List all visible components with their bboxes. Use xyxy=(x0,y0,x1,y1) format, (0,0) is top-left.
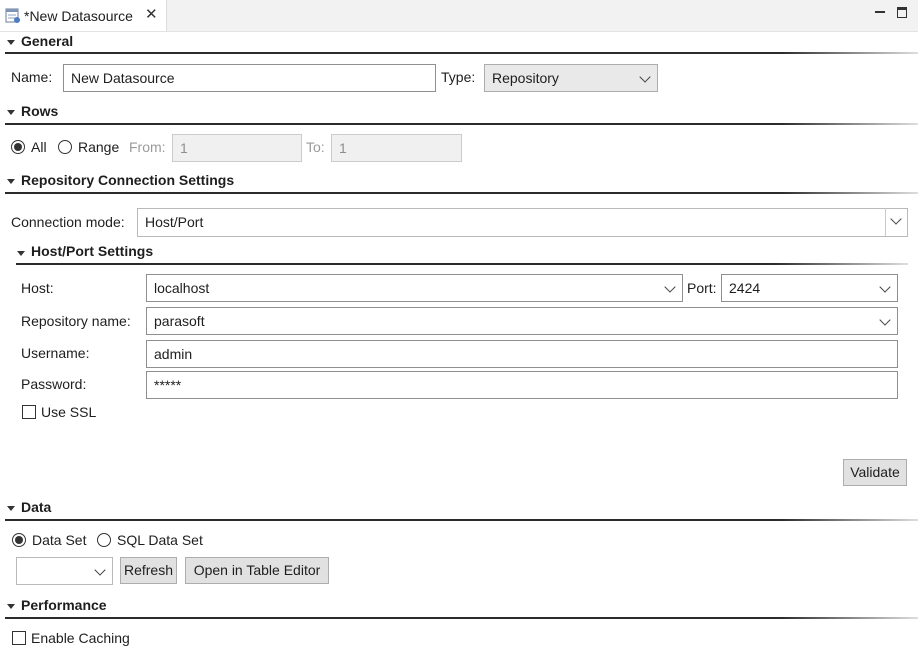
connection-mode-label: Connection mode: xyxy=(11,214,125,230)
type-select-value: Repository xyxy=(492,70,559,86)
username-label: Username: xyxy=(21,345,90,361)
chevron-down-icon xyxy=(664,281,676,293)
chevron-down-icon xyxy=(639,71,651,83)
chevron-down-icon xyxy=(94,564,106,576)
section-divider xyxy=(5,617,918,619)
host-combo[interactable]: localhost xyxy=(146,274,683,302)
from-label: From: xyxy=(129,139,166,155)
section-title: Performance xyxy=(21,597,107,613)
port-label: Port: xyxy=(687,280,717,296)
collapse-arrow-icon xyxy=(17,251,25,256)
section-divider xyxy=(5,519,918,521)
collapse-arrow-icon xyxy=(7,110,15,115)
section-divider xyxy=(5,52,918,54)
name-input[interactable]: New Datasource xyxy=(63,64,436,92)
minimize-icon[interactable] xyxy=(875,8,885,13)
repository-name-combo[interactable]: parasoft xyxy=(146,307,898,335)
use-ssl-label: Use SSL xyxy=(41,404,97,420)
to-label: To: xyxy=(306,139,325,155)
connection-mode-value: Host/Port xyxy=(145,214,204,230)
section-divider xyxy=(16,263,908,265)
section-title: General xyxy=(21,33,74,49)
rows-range-label: Range xyxy=(78,139,120,155)
host-label: Host: xyxy=(21,280,54,296)
rows-all-label: All xyxy=(31,139,47,155)
validate-button[interactable]: Validate xyxy=(843,459,907,486)
rows-all-radio[interactable] xyxy=(11,140,25,154)
tab-title: *New Datasource xyxy=(24,8,133,24)
repository-name-value: parasoft xyxy=(154,313,205,329)
collapse-arrow-icon xyxy=(7,40,15,45)
section-divider xyxy=(5,123,918,125)
chevron-down-icon xyxy=(885,208,907,236)
rows-range-radio[interactable] xyxy=(58,140,72,154)
sql-data-set-radio[interactable] xyxy=(97,533,111,547)
password-input[interactable]: ***** xyxy=(146,371,898,399)
data-set-radio[interactable] xyxy=(12,533,26,547)
host-value: localhost xyxy=(154,280,210,296)
collapse-arrow-icon xyxy=(7,506,15,511)
port-value: 2424 xyxy=(729,280,761,296)
sql-data-set-label: SQL Data Set xyxy=(117,532,203,548)
enable-caching-label: Enable Caching xyxy=(31,630,130,646)
editor-tab[interactable]: *New Datasource ✕ xyxy=(0,0,167,31)
password-label: Password: xyxy=(21,376,87,392)
username-input[interactable]: admin xyxy=(146,340,898,368)
maximize-icon[interactable] xyxy=(897,7,907,18)
data-set-select[interactable] xyxy=(16,557,113,585)
chevron-down-icon xyxy=(879,281,891,293)
enable-caching-checkbox[interactable] xyxy=(12,631,26,645)
type-label: Type: xyxy=(441,69,476,85)
data-set-label: Data Set xyxy=(32,532,87,548)
refresh-button[interactable]: Refresh xyxy=(120,557,177,584)
section-hostport-toggle[interactable]: Host/Port Settings xyxy=(10,243,908,265)
repository-name-label: Repository name: xyxy=(21,313,131,329)
type-select[interactable]: Repository xyxy=(484,64,658,92)
section-title: Repository Connection Settings xyxy=(21,172,235,188)
chevron-down-icon xyxy=(879,314,891,326)
use-ssl-checkbox[interactable] xyxy=(22,405,36,419)
section-divider xyxy=(5,192,918,194)
from-input[interactable]: 1 xyxy=(172,134,302,162)
section-title: Data xyxy=(21,499,52,515)
datasource-icon xyxy=(5,8,20,23)
section-title: Host/Port Settings xyxy=(31,243,154,259)
collapse-arrow-icon xyxy=(7,604,15,609)
name-label: Name: xyxy=(11,69,53,85)
port-combo[interactable]: 2424 xyxy=(721,274,898,302)
open-table-editor-button[interactable]: Open in Table Editor xyxy=(185,557,329,584)
close-tab-icon[interactable]: ✕ xyxy=(145,6,158,24)
connection-mode-select[interactable]: Host/Port xyxy=(137,208,908,237)
section-title: Rows xyxy=(21,103,59,119)
to-input[interactable]: 1 xyxy=(331,134,462,162)
collapse-arrow-icon xyxy=(7,179,15,184)
